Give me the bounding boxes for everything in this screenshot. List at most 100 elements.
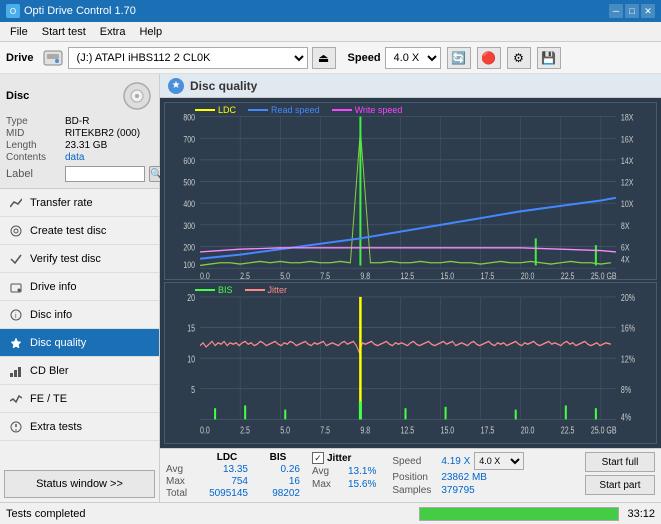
- transfer-rate-icon: [8, 195, 24, 211]
- ldc-legend-label: LDC: [218, 105, 236, 115]
- total-bis: 98202: [256, 488, 300, 499]
- menu-extra[interactable]: Extra: [94, 24, 132, 40]
- jitter-avg-label: Avg: [312, 466, 344, 477]
- svg-text:16X: 16X: [621, 133, 634, 144]
- svg-text:20.0: 20.0: [521, 270, 535, 279]
- ldc-color: [195, 109, 215, 111]
- create-test-disc-icon: [8, 223, 24, 239]
- content-area: ★ Disc quality LDC Read speed: [160, 74, 661, 502]
- svg-text:100: 100: [183, 259, 195, 270]
- sidebar: Disc Type BD-R MID RITEKBR2 (000) Length…: [0, 74, 160, 502]
- disc-type-value: BD-R: [65, 116, 89, 127]
- svg-text:200: 200: [183, 241, 195, 252]
- status-window-button[interactable]: Status window >>: [4, 470, 155, 498]
- action-buttons: Start full Start part: [585, 452, 655, 499]
- svg-text:12X: 12X: [621, 176, 634, 187]
- maximize-button[interactable]: □: [625, 4, 639, 18]
- total-ldc: 5095145: [198, 488, 256, 499]
- start-part-button[interactable]: Start part: [585, 475, 655, 495]
- minimize-button[interactable]: ─: [609, 4, 623, 18]
- burn-button[interactable]: 🔴: [477, 47, 501, 69]
- speed-stat-select[interactable]: 4.0 X: [474, 452, 524, 470]
- settings-button[interactable]: ⚙: [507, 47, 531, 69]
- disc-panel: Disc Type BD-R MID RITEKBR2 (000) Length…: [0, 74, 159, 189]
- jitter-checkbox[interactable]: ✓: [312, 452, 324, 464]
- read-speed-color: [248, 109, 268, 111]
- svg-text:600: 600: [183, 155, 195, 166]
- jitter-header: ✓ Jitter: [312, 452, 376, 464]
- svg-text:800: 800: [183, 112, 195, 123]
- disc-label-input[interactable]: [65, 166, 145, 182]
- toolbar: Drive (J:) ATAPI iHBS112 2 CL0K ⏏ Speed …: [0, 42, 661, 74]
- sidebar-item-disc-info[interactable]: i Disc info: [0, 301, 159, 329]
- total-row: Total 5095145 98202: [166, 488, 300, 499]
- menu-start-test[interactable]: Start test: [36, 24, 92, 40]
- speed-stat-val: 4.19 X: [441, 456, 470, 467]
- svg-text:5.0: 5.0: [280, 424, 290, 435]
- sidebar-item-transfer-rate[interactable]: Transfer rate: [0, 189, 159, 217]
- verify-test-disc-icon: [8, 251, 24, 267]
- ldc-bis-stats: LDC BIS Avg 13.35 0.26 Max 754 16 Total …: [166, 452, 300, 499]
- bis-legend-label: BIS: [218, 285, 233, 295]
- disc-info-icon: i: [8, 307, 24, 323]
- start-full-button[interactable]: Start full: [585, 452, 655, 472]
- legend-ldc: LDC: [195, 105, 236, 115]
- content-header: ★ Disc quality: [160, 74, 661, 98]
- drive-info-icon: [8, 279, 24, 295]
- sidebar-item-extra-tests[interactable]: Extra tests: [0, 413, 159, 441]
- position-row: Position 23862 MB: [392, 472, 524, 483]
- close-button[interactable]: ✕: [641, 4, 655, 18]
- menu-file[interactable]: File: [4, 24, 34, 40]
- progress-bar: [419, 507, 619, 521]
- progress-fill: [420, 508, 618, 520]
- eject-button[interactable]: ⏏: [312, 47, 336, 69]
- jitter-stats: ✓ Jitter Avg 13.1% Max 15.6%: [312, 452, 376, 499]
- svg-text:300: 300: [183, 220, 195, 231]
- svg-text:20.0: 20.0: [521, 424, 535, 435]
- svg-text:18X: 18X: [621, 112, 634, 123]
- svg-text:17.5: 17.5: [481, 424, 495, 435]
- sidebar-item-drive-info[interactable]: Drive info: [0, 273, 159, 301]
- disc-contents-value: data: [65, 152, 84, 163]
- drive-select[interactable]: (J:) ATAPI iHBS112 2 CL0K: [68, 47, 308, 69]
- fe-te-icon: [8, 391, 24, 407]
- create-test-disc-label: Create test disc: [30, 225, 151, 237]
- svg-text:500: 500: [183, 176, 195, 187]
- svg-text:9.8: 9.8: [360, 270, 370, 279]
- status-text: Tests completed: [6, 508, 411, 520]
- disc-title: Disc: [6, 90, 29, 102]
- sidebar-item-verify-test-disc[interactable]: Verify test disc: [0, 245, 159, 273]
- status-window-label: Status window >>: [36, 478, 123, 490]
- title-bar-controls: ─ □ ✕: [609, 4, 655, 18]
- svg-text:10: 10: [187, 353, 195, 364]
- svg-text:7.5: 7.5: [320, 270, 330, 279]
- save-button[interactable]: 💾: [537, 47, 561, 69]
- legend-bis: BIS: [195, 285, 233, 295]
- sidebar-item-cd-bler[interactable]: CD Bler: [0, 357, 159, 385]
- speed-select[interactable]: 4.0 X: [385, 47, 441, 69]
- disc-quality-header-icon: ★: [168, 78, 184, 94]
- svg-text:12%: 12%: [621, 353, 635, 364]
- disc-quality-label: Disc quality: [30, 337, 151, 349]
- jitter-color: [245, 289, 265, 291]
- refresh-button[interactable]: 🔄: [447, 47, 471, 69]
- sidebar-item-fe-te[interactable]: FE / TE: [0, 385, 159, 413]
- svg-text:7.5: 7.5: [320, 424, 330, 435]
- read-speed-legend-label: Read speed: [271, 105, 320, 115]
- sidebar-item-create-test-disc[interactable]: Create test disc: [0, 217, 159, 245]
- max-ldc: 754: [198, 476, 256, 487]
- menu-help[interactable]: Help: [133, 24, 168, 40]
- bis-color: [195, 289, 215, 291]
- disc-contents-label: Contents: [6, 152, 61, 163]
- svg-text:i: i: [15, 313, 17, 320]
- extra-tests-label: Extra tests: [30, 421, 151, 433]
- svg-text:8X: 8X: [621, 220, 630, 231]
- svg-text:15.0: 15.0: [441, 424, 455, 435]
- title-bar-left: O Opti Drive Control 1.70: [6, 4, 136, 18]
- write-speed-legend-label: Write speed: [355, 105, 403, 115]
- jitter-avg-row: Avg 13.1%: [312, 466, 376, 477]
- sidebar-item-disc-quality[interactable]: Disc quality: [0, 329, 159, 357]
- svg-text:20%: 20%: [621, 292, 635, 303]
- svg-text:9.8: 9.8: [360, 424, 370, 435]
- disc-info-label: Disc info: [30, 309, 151, 321]
